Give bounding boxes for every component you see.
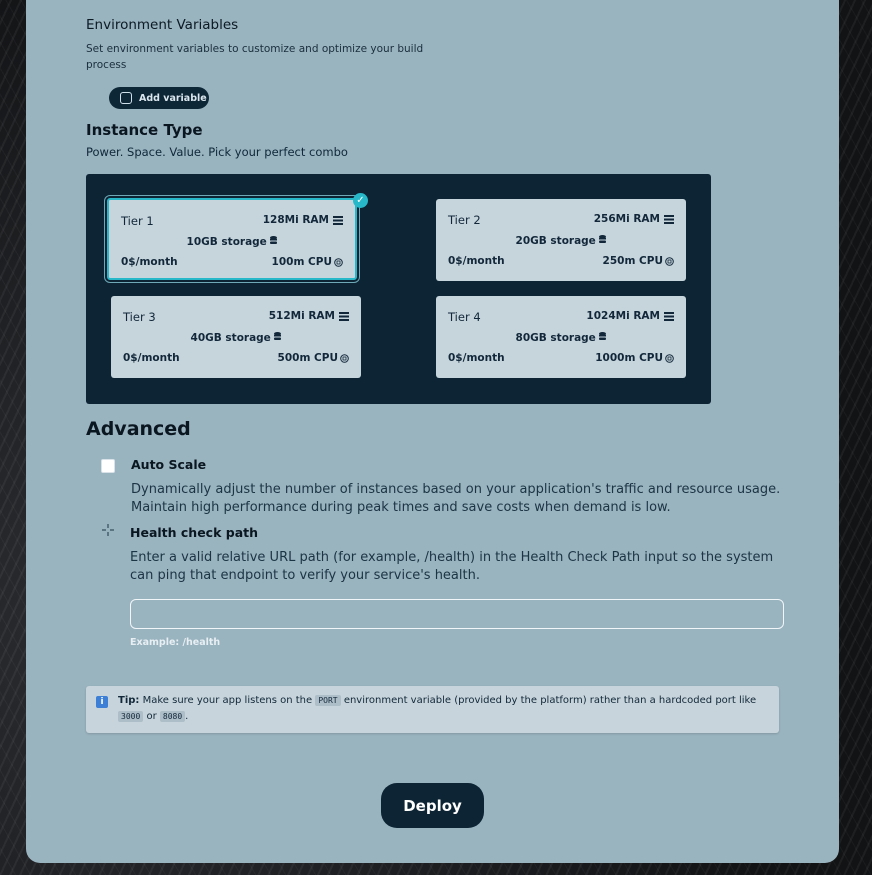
ram-icon <box>333 215 343 225</box>
tip-or: or <box>146 711 157 722</box>
checkbox-icon <box>120 92 132 104</box>
port-3000-code: 3000 <box>118 711 144 722</box>
tier-card-1[interactable]: Tier 1 128Mi RAM 10GB storage 0$/month 1… <box>107 198 357 280</box>
add-variable-label: Add variable <box>139 92 207 104</box>
storage-icon <box>599 332 607 340</box>
storage-icon <box>599 235 607 243</box>
tier-price: 0$/month <box>121 256 178 268</box>
tier-name: Tier 2 <box>448 213 481 227</box>
tier-cpu: 250m CPU <box>603 255 674 267</box>
auto-scale-label: Auto Scale <box>131 457 207 472</box>
tip-text-1: Make sure your app listens on the <box>142 695 313 706</box>
tier-ram: 128Mi RAM <box>263 214 343 226</box>
tier-price: 0$/month <box>123 352 180 364</box>
tip-end: . <box>185 711 189 722</box>
port-8080-code: 8080 <box>159 711 186 722</box>
instance-type-title: Instance Type <box>86 121 203 139</box>
cpu-icon <box>665 353 674 363</box>
tier-ram: 1024Mi RAM <box>586 310 674 322</box>
tip-text-2: environment variable (provided by the pl… <box>343 695 757 706</box>
tier-card-4[interactable]: Tier 4 1024Mi RAM 80GB storage 0$/month … <box>436 296 686 378</box>
health-check-label: Health check path <box>130 525 259 540</box>
auto-scale-checkbox[interactable] <box>101 459 115 473</box>
port-code: PORT <box>315 695 341 706</box>
tip-box: i Tip: Make sure your app listens on the… <box>86 686 779 733</box>
tier-card-3[interactable]: Tier 3 512Mi RAM 40GB storage 0$/month 5… <box>111 296 361 378</box>
tip-label: Tip: <box>118 695 140 706</box>
crosshair-icon <box>102 524 114 540</box>
cpu-icon <box>334 257 343 267</box>
storage-icon <box>274 332 282 340</box>
tier-name: Tier 3 <box>123 310 156 324</box>
env-vars-description: Set environment variables to customize a… <box>86 43 424 71</box>
cpu-icon <box>340 353 349 363</box>
deploy-button[interactable]: Deploy <box>381 783 484 828</box>
info-icon: i <box>96 696 108 708</box>
tier-ram: 512Mi RAM <box>269 310 349 322</box>
ram-icon <box>664 214 674 224</box>
storage-icon <box>270 236 278 244</box>
tier-name: Tier 4 <box>448 310 481 324</box>
tier-cpu: 100m CPU <box>272 256 343 268</box>
tier-grid: Tier 1 128Mi RAM 10GB storage 0$/month 1… <box>86 174 711 404</box>
tier-ram: 256Mi RAM <box>594 213 674 225</box>
ram-icon <box>664 311 674 321</box>
selected-check-icon: ✓ <box>353 193 368 208</box>
tier-card-2[interactable]: Tier 2 256Mi RAM 20GB storage 0$/month 2… <box>436 199 686 281</box>
tier-storage: 40GB storage <box>111 332 361 344</box>
env-vars-title: Environment Variables <box>86 17 239 33</box>
tier-storage: 10GB storage <box>109 236 355 248</box>
tier-storage: 20GB storage <box>436 235 686 247</box>
health-check-input[interactable] <box>130 599 784 629</box>
tier-cpu: 500m CPU <box>278 352 349 364</box>
ram-icon <box>339 311 349 321</box>
auto-scale-description: Dynamically adjust the number of instanc… <box>131 482 781 515</box>
advanced-title: Advanced <box>86 418 191 440</box>
tier-cpu: 1000m CPU <box>595 352 674 364</box>
tier-price: 0$/month <box>448 352 505 364</box>
tier-price: 0$/month <box>448 255 505 267</box>
tier-name: Tier 1 <box>121 214 154 228</box>
add-variable-button[interactable]: Add variable <box>109 87 209 109</box>
tier-storage: 80GB storage <box>436 332 686 344</box>
health-check-example: Example: /health <box>130 637 221 648</box>
cpu-icon <box>665 256 674 266</box>
instance-type-subtitle: Power. Space. Value. Pick your perfect c… <box>86 145 348 159</box>
health-check-description: Enter a valid relative URL path (for exa… <box>130 550 774 583</box>
